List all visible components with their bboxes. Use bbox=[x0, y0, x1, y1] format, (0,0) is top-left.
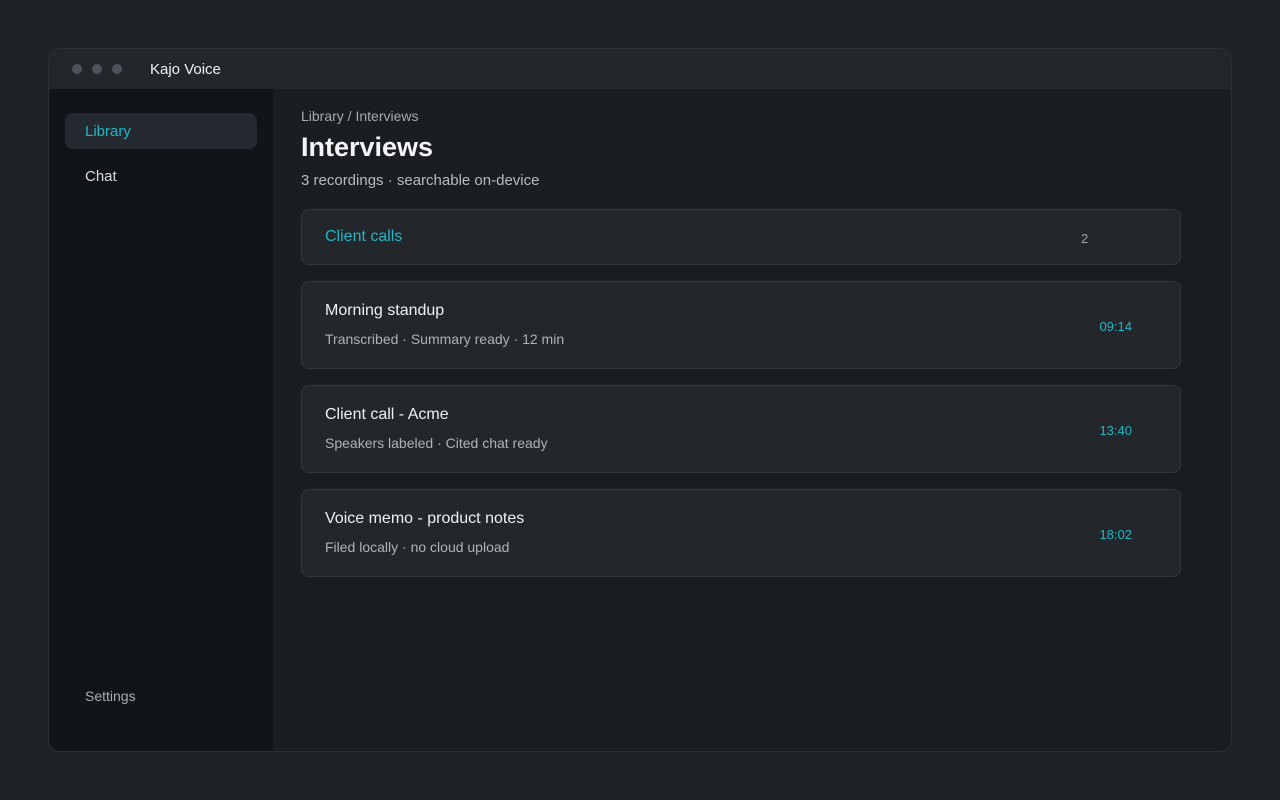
maximize-window-button[interactable] bbox=[112, 64, 122, 74]
recording-time: 09:14 bbox=[1099, 319, 1132, 334]
recording-meta: Transcribed · Summary ready · 12 min bbox=[325, 331, 565, 347]
sidebar-item-settings[interactable]: Settings bbox=[65, 678, 257, 714]
close-window-button[interactable] bbox=[72, 64, 82, 74]
page-subtitle: 3 recordings · searchable on-device bbox=[301, 172, 540, 189]
sidebar-item-chat[interactable]: Chat bbox=[65, 158, 257, 194]
recording-title: Voice memo - product notes bbox=[325, 510, 525, 527]
breadcrumb[interactable]: Library / Interviews bbox=[301, 108, 418, 124]
window-controls bbox=[72, 64, 122, 74]
recording-title: Client call - Acme bbox=[325, 406, 449, 423]
recording-meta: Filed locally · no cloud upload bbox=[325, 539, 510, 555]
folder-count: 2 bbox=[1081, 231, 1089, 246]
sidebar-item-label: Library bbox=[85, 122, 131, 140]
recording-time: 18:02 bbox=[1099, 527, 1132, 542]
recording-title: Morning standup bbox=[325, 302, 445, 319]
folder-name: Client calls bbox=[325, 228, 403, 245]
page-title: Interviews bbox=[301, 132, 434, 162]
recording-meta: Speakers labeled · Cited chat ready bbox=[325, 435, 548, 451]
recording-card[interactable]: Morning standup Transcribed · Summary re… bbox=[301, 281, 1181, 369]
sidebar-item-label: Settings bbox=[85, 688, 136, 704]
title-bar: Kajo Voice bbox=[49, 49, 1231, 89]
folder-card-client-calls[interactable]: Client calls 2 bbox=[301, 209, 1181, 265]
app-window: Kajo Voice Library Chat Settings Library… bbox=[48, 48, 1232, 752]
recording-time: 13:40 bbox=[1099, 423, 1132, 438]
recording-card[interactable]: Voice memo - product notes Filed locally… bbox=[301, 489, 1181, 577]
sidebar-item-label: Chat bbox=[85, 167, 117, 185]
sidebar-item-library[interactable]: Library bbox=[65, 113, 257, 149]
app-title: Kajo Voice bbox=[150, 60, 221, 78]
main-content: Library / Interviews Interviews 3 record… bbox=[273, 89, 1231, 751]
recording-card[interactable]: Client call - Acme Speakers labeled · Ci… bbox=[301, 385, 1181, 473]
sidebar: Library Chat Settings bbox=[49, 89, 273, 751]
minimize-window-button[interactable] bbox=[92, 64, 102, 74]
